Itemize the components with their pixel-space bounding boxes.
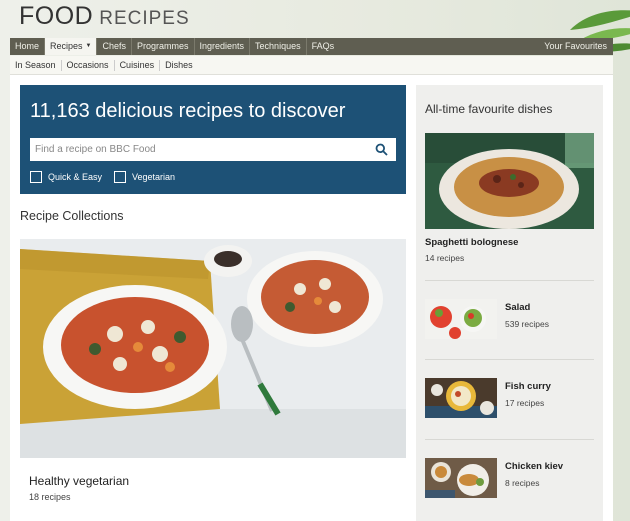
salad-thumbnail [425, 299, 497, 339]
search-box [30, 138, 396, 161]
vegetarian-checkbox[interactable] [114, 171, 126, 183]
logo-recipes: RECIPES [99, 8, 190, 29]
dish-name: Fish curry [505, 381, 551, 392]
filter-vegetarian[interactable]: Vegetarian [114, 171, 175, 183]
recipe-collections-heading: Recipe Collections [20, 209, 124, 223]
dish-name: Salad [505, 302, 531, 313]
nav-home[interactable]: Home [10, 38, 46, 55]
subnav-cuisines[interactable]: Cuisines [115, 59, 161, 71]
subnav-in-season[interactable]: In Season [10, 59, 62, 71]
featured-dish-count: 14 recipes [425, 253, 465, 263]
hero-headline: 11,163 delicious recipes to discover [30, 100, 346, 122]
dish-count: 8 recipes [505, 478, 540, 488]
chicken-kiev-thumbnail [425, 458, 497, 498]
list-item[interactable]: Salad 539 recipes [425, 299, 594, 339]
nav-faqs[interactable]: FAQs [307, 38, 340, 55]
healthy-vegetarian-image[interactable] [20, 239, 406, 458]
fish-curry-thumbnail [425, 378, 497, 418]
favourites-sidebar: All-time favourite dishes Spaghetti bolo… [416, 85, 603, 521]
sub-navigation: In Season Occasions Cuisines Dishes [10, 56, 613, 75]
nav-your-favourites[interactable]: Your Favourites [538, 38, 613, 55]
subnav-dishes[interactable]: Dishes [160, 60, 198, 71]
site-logo[interactable]: FOOD RECIPES [19, 2, 190, 31]
filter-quick-easy[interactable]: Quick & Easy [30, 171, 102, 183]
search-icon[interactable] [375, 143, 388, 156]
collection-count: 18 recipes [29, 492, 71, 502]
divider [425, 439, 594, 440]
nav-chefs[interactable]: Chefs [97, 38, 132, 55]
main-navigation: Home Recipes ▼ Chefs Programmes Ingredien… [10, 38, 613, 55]
dish-name: Chicken kiev [505, 461, 564, 472]
quick-easy-checkbox[interactable] [30, 171, 42, 183]
nav-ingredients[interactable]: Ingredients [195, 38, 251, 55]
collection-name[interactable]: Healthy vegetarian [29, 474, 129, 488]
nav-programmes[interactable]: Programmes [132, 38, 195, 55]
dish-count: 17 recipes [505, 398, 545, 408]
dish-count: 539 recipes [505, 319, 549, 329]
search-input[interactable] [35, 142, 370, 157]
chevron-down-icon: ▼ [85, 43, 92, 49]
divider [425, 280, 594, 281]
list-item[interactable]: Chicken kiev 8 recipes [425, 458, 594, 498]
featured-dish-name[interactable]: Spaghetti bolognese [425, 237, 518, 248]
logo-food: FOOD [19, 2, 94, 30]
spaghetti-bolognese-image[interactable] [425, 133, 594, 229]
list-item[interactable]: Fish curry 17 recipes [425, 378, 594, 418]
subnav-occasions[interactable]: Occasions [62, 59, 115, 71]
quick-easy-label: Quick & Easy [48, 172, 103, 182]
nav-techniques[interactable]: Techniques [250, 38, 307, 55]
search-hero: 11,163 delicious recipes to discover Qui… [20, 85, 406, 194]
sidebar-title: All-time favourite dishes [425, 102, 553, 116]
nav-recipes-label: Recipes [50, 41, 83, 51]
vegetarian-label: Vegetarian [132, 172, 176, 182]
nav-recipes[interactable]: Recipes ▼ [45, 38, 98, 55]
divider [425, 359, 594, 360]
